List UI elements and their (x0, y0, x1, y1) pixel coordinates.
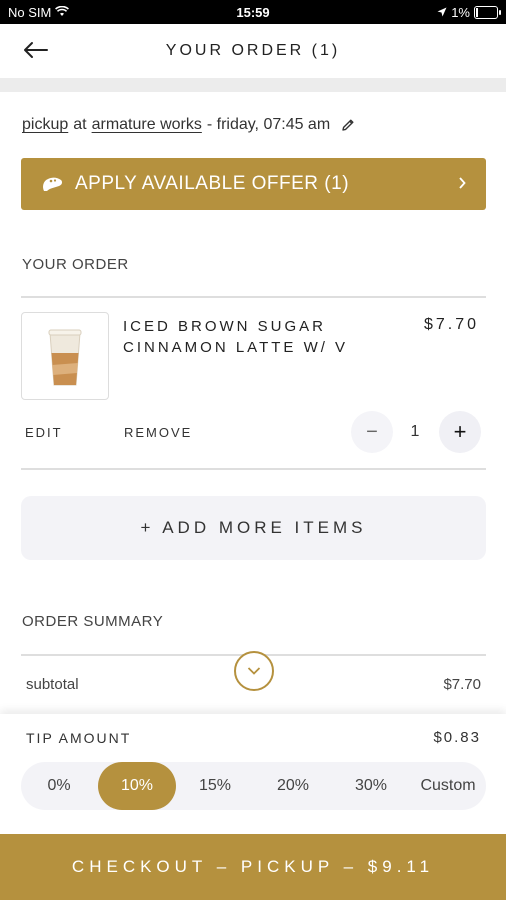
quantity-increase-button[interactable]: + (439, 411, 481, 453)
pickup-time-text: - friday, 07:45 am (206, 116, 331, 133)
tip-option-custom[interactable]: Custom (410, 762, 486, 810)
pickup-at-text: at (73, 116, 87, 133)
iced-latte-image (48, 329, 82, 386)
tip-option-10[interactable]: 10% (98, 762, 176, 810)
apply-offer-label: APPLY AVAILABLE OFFER (1) (75, 173, 350, 194)
battery-icon (474, 6, 501, 19)
pickup-location-link[interactable]: armature works (92, 116, 202, 134)
status-time: 15:59 (236, 5, 270, 20)
header-divider (0, 78, 506, 92)
item-name: ICED BROWN SUGAR CINNAMON LATTE W/ V (123, 318, 349, 356)
edit-item-link[interactable]: EDIT (25, 425, 63, 440)
order-top-divider (21, 296, 486, 298)
tip-option-30[interactable]: 30% (332, 762, 410, 810)
add-more-items-button[interactable]: + ADD MORE ITEMS (21, 496, 486, 560)
item-price: $7.70 (423, 316, 479, 333)
order-bottom-divider (21, 468, 486, 470)
pickup-mode-link[interactable]: pickup (22, 116, 68, 134)
pencil-icon[interactable] (341, 118, 355, 132)
summary-toggle-button[interactable] (234, 651, 274, 691)
coffee-cup-icon (41, 174, 65, 194)
remove-item-link[interactable]: REMOVE (124, 425, 192, 440)
quantity-value: 1 (410, 423, 420, 440)
quantity-decrease-button[interactable]: − (351, 411, 393, 453)
tip-amount-label: TIP AMOUNT (26, 730, 132, 746)
location-arrow-icon (437, 5, 447, 20)
status-right: 1% (437, 5, 501, 20)
plus-icon: + (453, 419, 467, 444)
chevron-down-icon (247, 667, 261, 675)
add-more-items-label: + ADD MORE ITEMS (140, 518, 367, 537)
your-order-heading: YOUR ORDER (22, 256, 129, 273)
subtotal-label: subtotal (26, 676, 79, 693)
tip-amount-value: $0.83 (433, 729, 481, 746)
minus-icon: − (366, 420, 378, 443)
checkout-label: CHECKOUT – PICKUP – $9.11 (71, 857, 435, 876)
battery-percent: 1% (451, 5, 470, 20)
item-image (21, 312, 109, 400)
apply-offer-button[interactable]: APPLY AVAILABLE OFFER (1) (21, 158, 486, 210)
chevron-right-icon (458, 173, 466, 194)
header: YOUR ORDER (1) (0, 24, 506, 78)
tip-option-20[interactable]: 20% (254, 762, 332, 810)
pickup-info: pickup at armature works - friday, 07:45… (22, 116, 355, 134)
tip-option-0[interactable]: 0% (21, 762, 97, 810)
status-bar: No SIM 15:59 1% (0, 0, 506, 24)
subtotal-value: $7.70 (443, 676, 481, 693)
order-summary-heading: ORDER SUMMARY (22, 613, 164, 630)
tip-option-15[interactable]: 15% (176, 762, 254, 810)
page-title: YOUR ORDER (1) (165, 42, 341, 59)
tip-selector: 0% 10% 15% 20% 30% Custom (21, 762, 486, 810)
tip-panel: TIP AMOUNT $0.83 0% 10% 15% 20% 30% Cust… (0, 714, 506, 834)
checkout-button[interactable]: CHECKOUT – PICKUP – $9.11 (0, 834, 506, 900)
